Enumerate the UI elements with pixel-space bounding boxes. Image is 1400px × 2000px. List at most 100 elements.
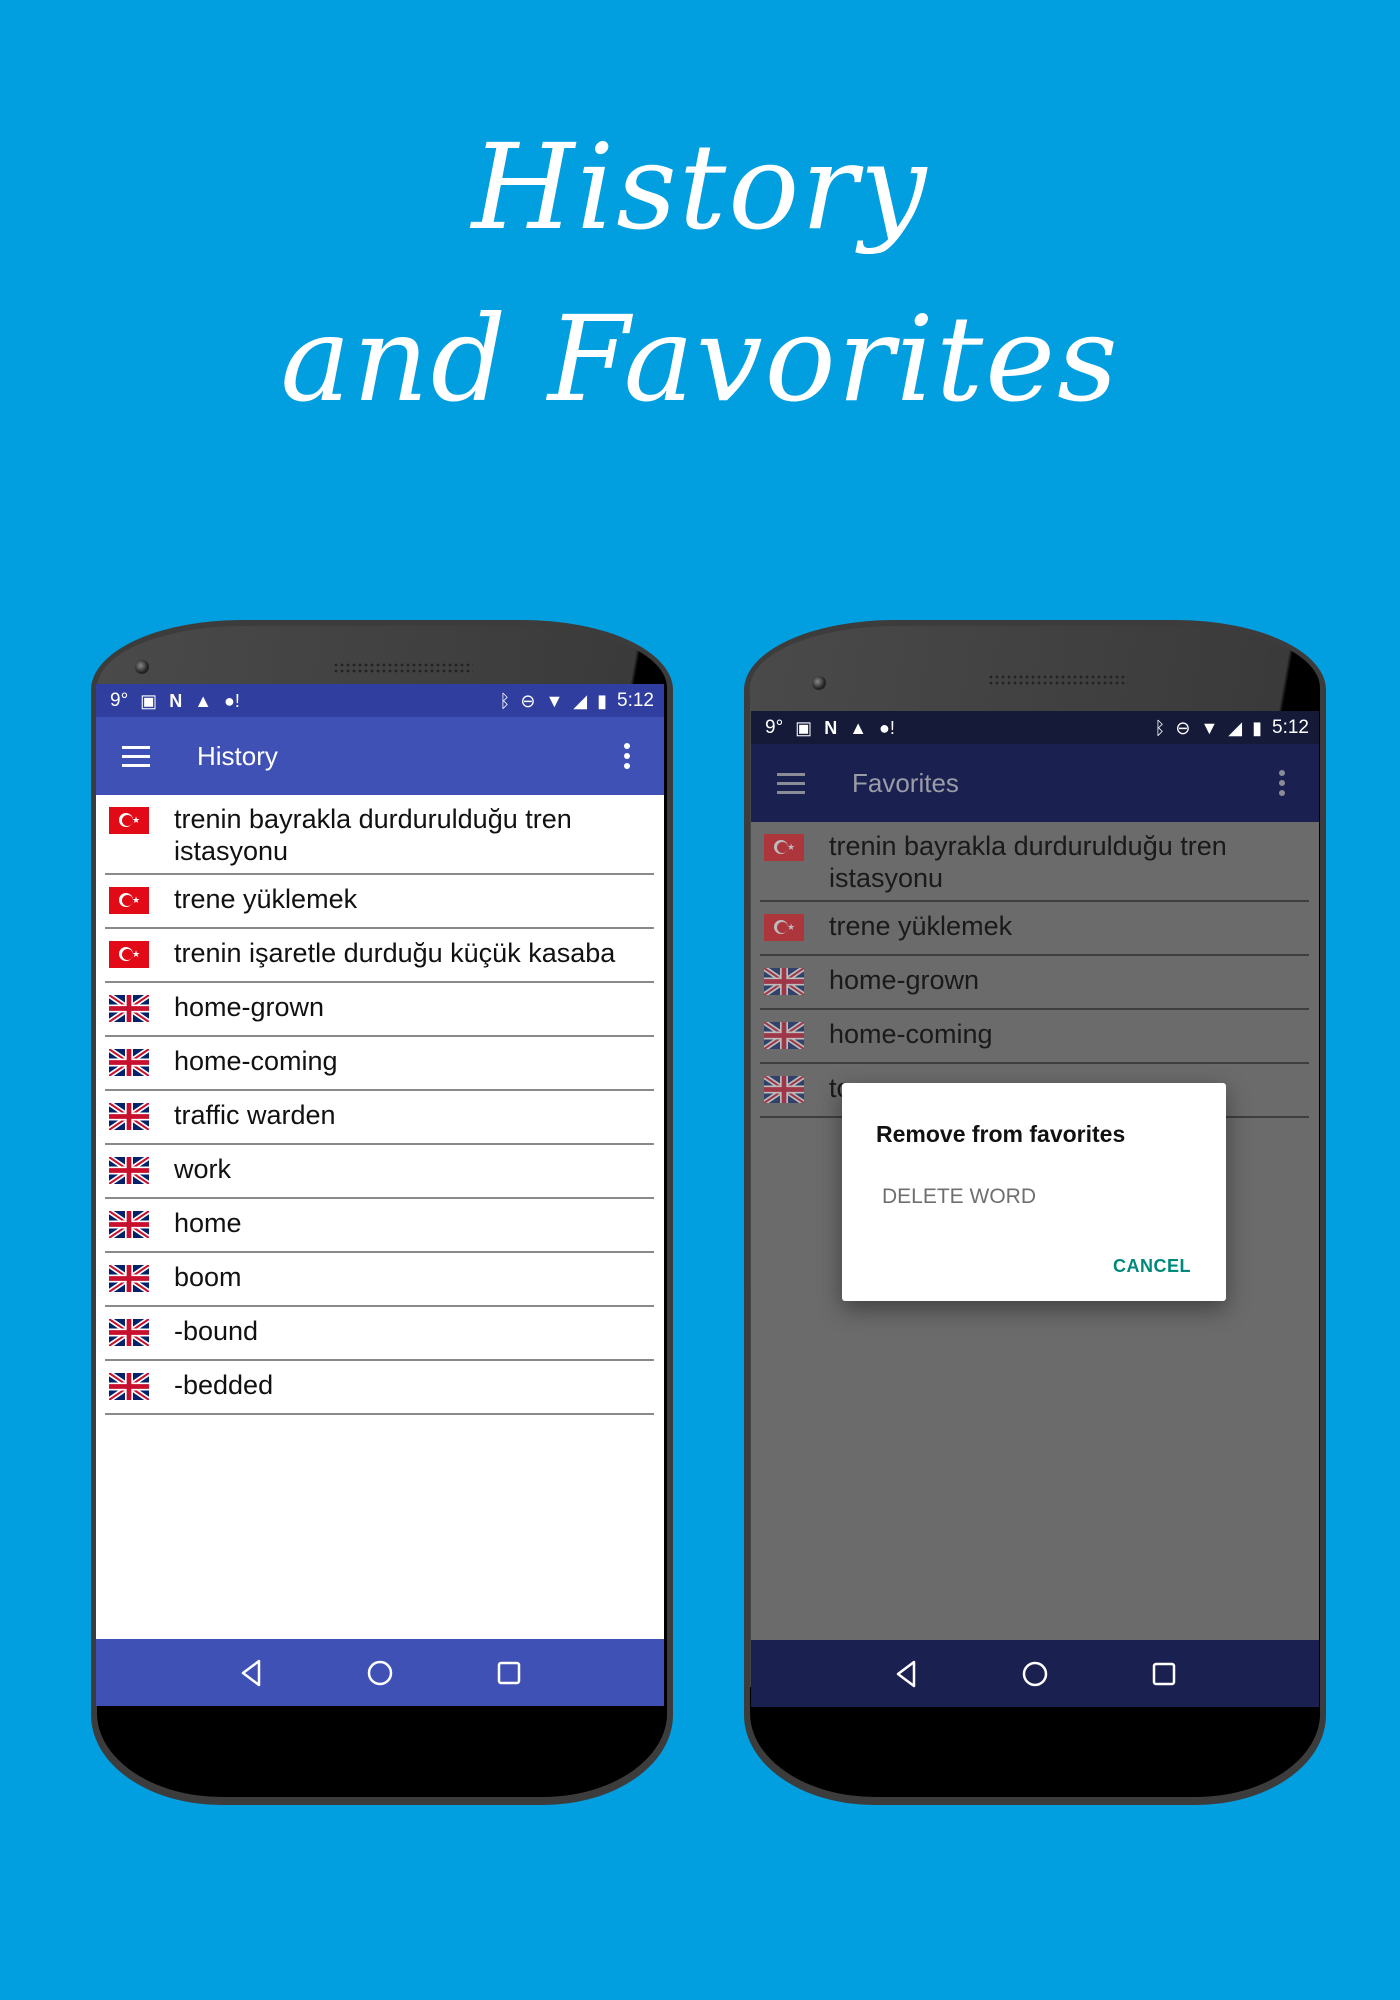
word-list-item[interactable]: boom [105, 1253, 654, 1307]
dnd-icon: ⊖ [1175, 717, 1191, 738]
word-list-item[interactable]: ★ trene yüklemek [105, 875, 654, 929]
word-text: -bound [174, 1316, 259, 1346]
word-list-item[interactable]: -bedded [105, 1361, 654, 1415]
uk-flag-icon [109, 1373, 149, 1400]
star-icon: ★ [132, 949, 141, 959]
back-icon[interactable] [236, 1658, 266, 1688]
more-options-icon[interactable] [1279, 770, 1285, 796]
word-text: home-grown [174, 992, 325, 1022]
home-icon[interactable] [1020, 1659, 1050, 1689]
nav-bar [96, 1639, 664, 1706]
word-text: home-coming [174, 1046, 338, 1076]
delete-word-option[interactable]: DELETE WORD [882, 1185, 1036, 1209]
word-list-item[interactable]: home [105, 1199, 654, 1253]
dnd-icon: ⊖ [520, 690, 536, 711]
word-list-item[interactable]: ★ trenin bayrakla durdurulduğu tren istas… [760, 822, 1309, 902]
uk-flag-icon [109, 1211, 149, 1238]
history-screen: 9° ▣ N ▲ ●! ᛒ ⊖ ▼ ◢ ▮ 5:12 History ★ tren… [96, 684, 664, 1706]
word-text: trenin bayrakla durdurulduğu tren istasy… [174, 804, 572, 866]
headline-line-1: History [471, 118, 929, 256]
turkish-flag-icon: ★ [764, 914, 804, 941]
uk-flag-icon [109, 995, 149, 1022]
n-icon: N [169, 690, 183, 711]
signal-icon: ◢ [1228, 717, 1243, 738]
word-text: home-grown [829, 965, 980, 995]
word-list-item[interactable]: traffic warden [105, 1091, 654, 1145]
warning-icon: ▲ [849, 717, 868, 738]
uk-flag-icon [109, 1157, 149, 1184]
wifi-icon: ▼ [545, 690, 564, 711]
uk-flag-icon [764, 1076, 804, 1103]
dialog-title: Remove from favorites [876, 1121, 1126, 1147]
uk-flag-icon [764, 1022, 804, 1049]
toolbar-title: Favorites [852, 767, 959, 798]
word-text: trenin işaretle durduğu küçük kasaba [174, 938, 616, 968]
home-icon[interactable] [365, 1658, 395, 1688]
app-toolbar: History [96, 717, 664, 795]
warning-icon: ▲ [194, 690, 213, 711]
uk-flag-icon [109, 1049, 149, 1076]
sync-alert-icon: ●! [879, 717, 895, 738]
favorites-screen: 9° ▣ N ▲ ●! ᛒ ⊖ ▼ ◢ ▮ 5:12 Favorites ★ tr… [751, 711, 1319, 1707]
uk-flag-icon [109, 1319, 149, 1346]
history-list: ★ trenin bayrakla durdurulduğu tren istas… [96, 795, 664, 1415]
signal-icon: ◢ [573, 690, 588, 711]
word-text: trenin bayrakla durdurulduğu tren istasy… [829, 831, 1227, 893]
front-camera [135, 660, 149, 674]
word-list-item[interactable]: ★ trenin işaretle durduğu küçük kasaba [105, 929, 654, 983]
wifi-icon: ▼ [1200, 717, 1219, 738]
word-list-item[interactable]: home-coming [105, 1037, 654, 1091]
uk-flag-icon [109, 1265, 149, 1292]
favorites-list: ★ trenin bayrakla durdurulduğu tren istas… [751, 822, 1319, 1118]
turkish-flag-icon: ★ [109, 887, 149, 914]
word-list-item[interactable]: ★ trene yüklemek [760, 902, 1309, 956]
word-text: -bedded [174, 1370, 274, 1400]
word-list-item[interactable]: home-grown [105, 983, 654, 1037]
star-icon: ★ [787, 842, 796, 852]
uk-flag-icon [764, 968, 804, 995]
phone-history: 9° ▣ N ▲ ●! ᛒ ⊖ ▼ ◢ ▮ 5:12 History ★ tren… [91, 620, 673, 1805]
remove-favorite-dialog: Remove from favorites DELETE WORD CANCEL [842, 1083, 1226, 1301]
word-text: boom [174, 1262, 242, 1292]
word-text: traffic warden [174, 1100, 336, 1130]
word-text: work [174, 1154, 232, 1184]
n-icon: N [824, 717, 838, 738]
toolbar-title: History [197, 740, 278, 771]
nav-bar [751, 1640, 1319, 1707]
image-icon: ▣ [795, 717, 813, 738]
word-text: home-coming [829, 1019, 993, 1049]
earpiece-speaker [333, 662, 473, 674]
cancel-button[interactable]: CANCEL [1113, 1256, 1191, 1277]
word-list-item[interactable]: home-grown [760, 956, 1309, 1010]
clock: 5:12 [1272, 716, 1309, 738]
front-camera [812, 676, 826, 690]
recents-icon[interactable] [494, 1658, 524, 1688]
status-bar: 9° ▣ N ▲ ●! ᛒ ⊖ ▼ ◢ ▮ 5:12 [751, 711, 1319, 744]
menu-icon[interactable] [777, 772, 805, 794]
image-icon: ▣ [140, 690, 158, 711]
app-toolbar: Favorites [751, 744, 1319, 822]
battery-charging-icon: ▮ [597, 690, 608, 711]
word-list-item[interactable]: home-coming [760, 1010, 1309, 1064]
recents-icon[interactable] [1149, 1659, 1179, 1689]
clock: 5:12 [617, 689, 654, 711]
turkish-flag-icon: ★ [764, 834, 804, 861]
phone-favorites: 9° ▣ N ▲ ●! ᛒ ⊖ ▼ ◢ ▮ 5:12 Favorites ★ tr… [744, 620, 1326, 1805]
word-list-item[interactable]: ★ trenin bayrakla durdurulduğu tren istas… [105, 795, 654, 875]
menu-icon[interactable] [122, 745, 150, 767]
word-text: trene yüklemek [829, 911, 1013, 941]
star-icon: ★ [132, 895, 141, 905]
back-icon[interactable] [891, 1659, 921, 1689]
temperature: 9° [110, 689, 129, 711]
word-text: home [174, 1208, 242, 1238]
word-text: trene yüklemek [174, 884, 358, 914]
more-options-icon[interactable] [624, 743, 630, 769]
temperature: 9° [765, 716, 784, 738]
sync-alert-icon: ●! [224, 690, 240, 711]
word-list-item[interactable]: -bound [105, 1307, 654, 1361]
word-list-item[interactable]: work [105, 1145, 654, 1199]
turkish-flag-icon: ★ [109, 807, 149, 834]
star-icon: ★ [132, 815, 141, 825]
bluetooth-icon: ᛒ [499, 690, 511, 711]
headline-line-2: and Favorites [280, 290, 1120, 428]
